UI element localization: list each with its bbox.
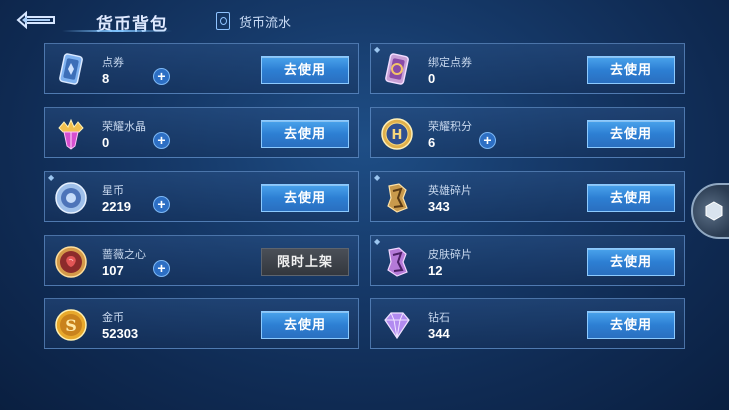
currency-card-rose-heart: 蔷薇之心 107 + 限时上架 (44, 235, 359, 286)
diamond-icon (384, 312, 410, 340)
currency-amount: 0 (428, 71, 436, 86)
gold-coin-icon: S (55, 309, 87, 341)
use-button[interactable]: 去使用 (587, 311, 675, 339)
currency-name: 绑定点券 (428, 57, 472, 69)
currency-card-glory-crystal: 荣耀水晶 0 + 去使用 (44, 107, 359, 158)
currency-name: 金币 (102, 312, 124, 324)
currency-amount: 12 (428, 263, 443, 278)
currency-card-glory-points: H 荣耀积分 6 + 去使用 (370, 107, 685, 158)
add-star-coin-button[interactable]: + (153, 196, 170, 213)
currency-card-coupon: 点券 8 + 去使用 (44, 43, 359, 94)
currency-flow-label: 货币流水 (239, 14, 292, 30)
title-underline (62, 30, 172, 32)
use-button[interactable]: 去使用 (261, 311, 349, 339)
currency-name: 点券 (102, 57, 124, 69)
currency-name: 荣耀积分 (428, 121, 472, 133)
currency-amount: 8 (102, 71, 110, 86)
currency-card-bound-coupon: ◆ 绑定点券 0 去使用 (370, 43, 685, 94)
glory-points-icon: H (381, 118, 413, 150)
currency-name: 蔷薇之心 (102, 249, 146, 261)
currency-amount: 0 (102, 135, 110, 150)
hero-fragment-icon (387, 183, 408, 213)
use-button[interactable]: 去使用 (587, 56, 675, 84)
ledger-icon (216, 12, 230, 30)
use-button[interactable]: 去使用 (587, 120, 675, 148)
currency-card-diamond: 钻石 344 去使用 (370, 298, 685, 349)
currency-card-hero-fragment: ◆ 英雄碎片 343 去使用 (370, 171, 685, 222)
currency-name: 英雄碎片 (428, 185, 472, 197)
coupon-card-icon (59, 53, 83, 85)
svg-text:S: S (65, 316, 77, 335)
currency-card-star-coin: ◆ 星币 2219 + 去使用 (44, 171, 359, 222)
star-coin-icon (55, 182, 87, 214)
svg-text:H: H (392, 128, 403, 143)
use-button[interactable]: 去使用 (261, 184, 349, 212)
currency-amount: 6 (428, 135, 436, 150)
currency-name: 荣耀水晶 (102, 121, 146, 133)
skin-fragment-icon (387, 247, 408, 277)
add-glory-points-button[interactable]: + (479, 132, 496, 149)
hexagon-icon (705, 201, 723, 221)
currency-card-skin-fragment: ◆ 皮肤碎片 12 去使用 (370, 235, 685, 286)
currency-name: 皮肤碎片 (428, 249, 472, 261)
use-button[interactable]: 去使用 (261, 120, 349, 148)
currency-card-gold-coin: S 金币 52303 去使用 (44, 298, 359, 349)
currency-amount: 343 (428, 199, 450, 214)
use-button[interactable]: 去使用 (261, 56, 349, 84)
use-button[interactable]: 去使用 (587, 184, 675, 212)
bound-coupon-card-icon (385, 53, 409, 85)
limited-time-button[interactable]: 限时上架 (261, 248, 349, 276)
currency-amount: 344 (428, 326, 450, 341)
currency-flow-tab[interactable]: 货币流水 (216, 11, 291, 31)
top-bar: 货币背包 货币流水 (0, 0, 729, 40)
currency-amount: 2219 (102, 199, 131, 214)
add-coupon-button[interactable]: + (153, 68, 170, 85)
currency-name: 星币 (102, 185, 124, 197)
glory-crystal-icon (58, 118, 84, 150)
currency-name: 钻石 (428, 312, 450, 324)
side-menu-handle[interactable] (691, 183, 729, 239)
use-button[interactable]: 去使用 (587, 248, 675, 276)
rose-heart-icon (55, 246, 87, 278)
currency-amount: 107 (102, 263, 124, 278)
currency-amount: 52303 (102, 326, 139, 341)
back-arrow-icon[interactable] (14, 9, 58, 31)
add-glory-crystal-button[interactable]: + (153, 132, 170, 149)
add-rose-heart-button[interactable]: + (153, 260, 170, 277)
